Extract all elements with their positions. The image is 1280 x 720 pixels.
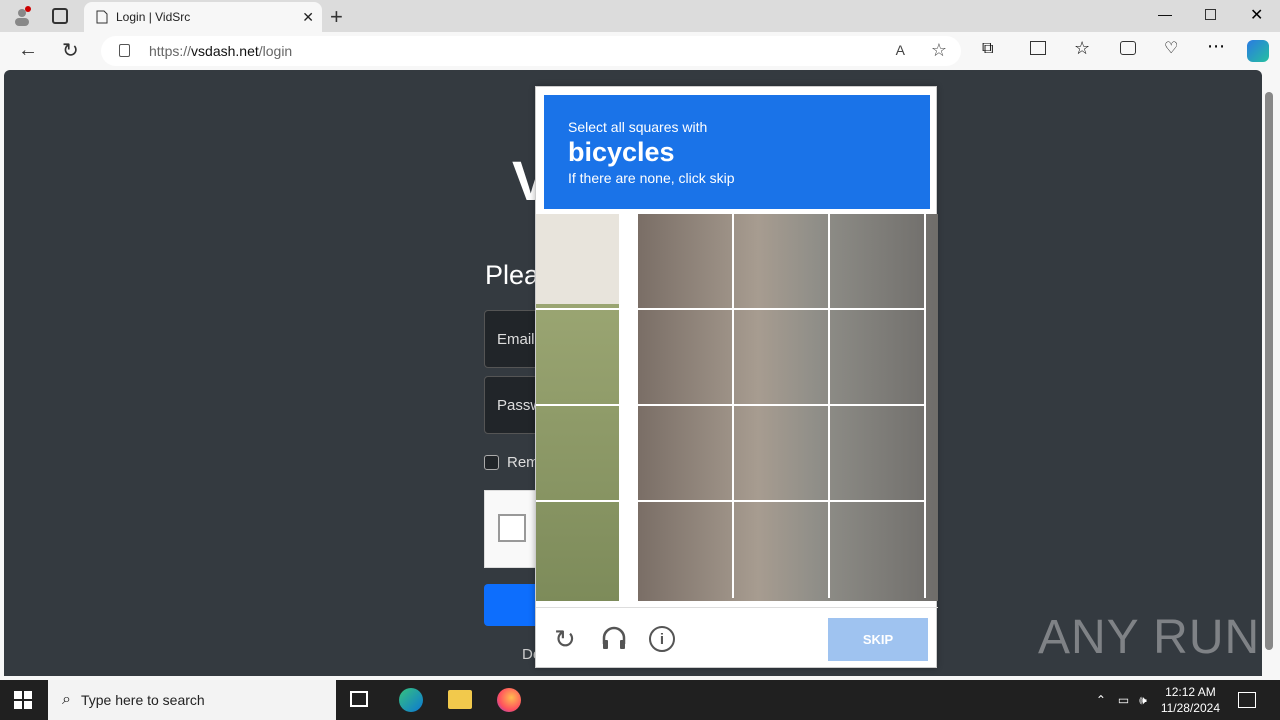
tile-15[interactable] <box>734 502 830 598</box>
prompt-hint: If there are none, click skip <box>568 170 735 186</box>
taskbar-search[interactable]: ⌕ Type here to search <box>48 680 336 720</box>
browser-toolbar: ← ↻ https://vsdash.net/login A ☆ ⧉ ☆ ♡ ⋯ <box>0 32 1280 70</box>
file-explorer-icon[interactable] <box>448 690 472 709</box>
remember-checkbox[interactable] <box>484 455 499 470</box>
search-icon: ⌕ <box>62 691 71 708</box>
taskbar: ⌕ Type here to search ⌃ ▭ 🕪 12:12 AM 11/… <box>0 680 1280 720</box>
browser-essentials-icon[interactable]: ♡ <box>1164 38 1178 58</box>
notifications-icon[interactable] <box>1238 692 1256 708</box>
captcha-prompt: Select all squares with bicycles If ther… <box>544 95 930 209</box>
new-tab-icon[interactable]: + <box>330 4 343 30</box>
tab-login[interactable]: Login | VidSrc ✕ <box>84 2 322 32</box>
split-screen-icon[interactable] <box>1030 41 1046 55</box>
tile-9[interactable] <box>536 406 632 502</box>
chevron-up-icon[interactable]: ⌃ <box>1096 693 1106 707</box>
minimize-icon[interactable]: — <box>1158 6 1172 22</box>
network-icon[interactable]: ▭ <box>1118 693 1129 707</box>
prompt-instruction: Select all squares with <box>568 119 708 135</box>
tile-14[interactable] <box>638 502 734 598</box>
tile-4[interactable] <box>830 214 926 310</box>
remember-label: Rem <box>507 454 539 471</box>
restore-icon[interactable] <box>1205 9 1216 20</box>
windows-start-icon[interactable] <box>14 691 32 709</box>
more-options-icon[interactable]: ⋯ <box>1207 36 1225 57</box>
clock-time: 12:12 AM <box>1165 685 1216 699</box>
read-aloud-icon[interactable]: A <box>896 42 905 58</box>
url-prefix: https:// <box>149 43 192 59</box>
audio-headphones-icon[interactable] <box>601 626 627 650</box>
tile-13[interactable] <box>536 502 632 598</box>
tile-5[interactable] <box>536 310 632 406</box>
clock[interactable]: 12:12 AM 11/28/2024 <box>1161 684 1220 716</box>
login-heading: Plea <box>485 260 540 290</box>
volume-icon[interactable]: 🕪 <box>1139 693 1147 708</box>
system-tray: ⌃ ▭ 🕪 12:12 AM 11/28/2024 <box>1096 680 1280 720</box>
tile-10[interactable] <box>638 406 734 502</box>
tile-2[interactable] <box>638 214 734 310</box>
page-icon <box>96 10 108 24</box>
clock-date: 11/28/2024 <box>1160 701 1220 715</box>
scrollbar-thumb[interactable] <box>1265 92 1273 650</box>
copilot-icon[interactable] <box>1247 40 1269 62</box>
captcha-checkbox[interactable] <box>498 514 526 542</box>
tile-16[interactable] <box>830 502 926 598</box>
tile-11[interactable] <box>734 406 830 502</box>
search-placeholder: Type here to search <box>80 692 205 708</box>
captcha-challenge: Select all squares with bicycles If ther… <box>535 86 938 669</box>
extensions-icon[interactable]: ⧉ <box>982 40 993 58</box>
tab-title: Login | VidSrc <box>116 10 191 24</box>
close-tab-icon[interactable]: ✕ <box>302 9 314 26</box>
address-bar[interactable]: https://vsdash.net/login A ☆ <box>101 36 961 66</box>
tile-6[interactable] <box>638 310 734 406</box>
tile-12[interactable] <box>830 406 926 502</box>
tile-7[interactable] <box>734 310 830 406</box>
tab-actions-icon[interactable] <box>52 8 68 24</box>
refresh-icon[interactable]: ↻ <box>62 38 79 63</box>
favorites-icon[interactable]: ☆ <box>1074 38 1090 59</box>
watermark: ANY RUN <box>1038 611 1261 664</box>
tile-1[interactable] <box>536 214 632 310</box>
close-window-icon[interactable]: ✕ <box>1250 5 1263 25</box>
reload-icon[interactable]: ↻ <box>554 624 576 655</box>
remember-me[interactable]: Rem <box>484 454 539 471</box>
prompt-target: bicycles <box>568 137 675 167</box>
task-view-icon[interactable] <box>350 691 368 707</box>
back-icon[interactable]: ← <box>18 39 38 62</box>
skip-button[interactable]: SKIP <box>828 618 928 661</box>
favorite-star-icon[interactable]: ☆ <box>931 40 947 61</box>
lock-icon <box>119 44 130 57</box>
tile-3[interactable] <box>734 214 830 310</box>
url-path: /login <box>258 43 293 59</box>
image-grid <box>536 214 938 601</box>
url-host: vsdash.net <box>191 43 259 59</box>
edge-icon[interactable] <box>399 688 423 712</box>
captcha-controls: ↻ i SKIP <box>536 607 938 669</box>
tab-strip: Login | VidSrc ✕ + — ✕ <box>0 0 1280 32</box>
tile-8[interactable] <box>830 310 926 406</box>
profile-icon[interactable] <box>12 6 32 26</box>
collections-icon[interactable] <box>1120 41 1136 55</box>
info-icon[interactable]: i <box>649 626 675 652</box>
firefox-icon[interactable] <box>497 688 521 712</box>
